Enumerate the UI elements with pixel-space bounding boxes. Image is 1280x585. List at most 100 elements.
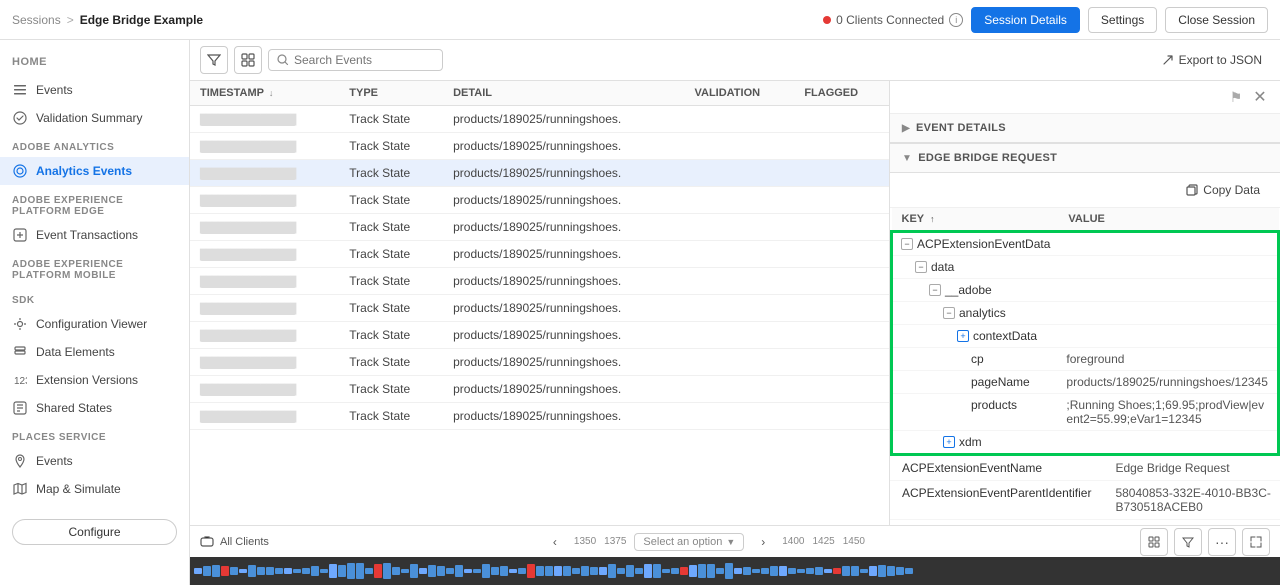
validation-cell [684, 376, 794, 403]
col-flagged[interactable]: FLAGGED [794, 81, 889, 106]
timeline-segment [725, 563, 733, 579]
col-validation[interactable]: VALIDATION [684, 81, 794, 106]
table-row[interactable]: ████████████████ Track State products/18… [190, 322, 889, 349]
sidebar-item-events[interactable]: Events [0, 76, 189, 104]
kv-key-col: KEY ↑ [892, 208, 1059, 232]
collapse-minus-btn[interactable]: − [943, 307, 955, 319]
timeline-segment [581, 566, 589, 576]
key-text: data [931, 260, 954, 274]
kv-tree-row[interactable]: + xdm [892, 431, 1279, 455]
table-row[interactable]: ████████████████ Track State products/18… [190, 214, 889, 241]
collapse-plus-btn[interactable]: + [943, 436, 955, 448]
table-row[interactable]: ████████████████ Track State products/18… [190, 295, 889, 322]
flagged-cell [794, 376, 889, 403]
timeline-prev-button[interactable]: ‹ [544, 531, 566, 553]
kv-tree-row[interactable]: − __adobe [892, 279, 1279, 302]
sidebar-item-shared-states[interactable]: Shared States [0, 394, 189, 422]
kv-tree-row[interactable]: − ACPExtensionEventData [892, 232, 1279, 256]
filter-button[interactable] [200, 46, 228, 74]
edge-icon [12, 227, 28, 243]
grid-view-button[interactable] [1140, 528, 1168, 556]
flat-kv-row[interactable]: ACPExtensionEventName Edge Bridge Reques… [890, 456, 1280, 481]
kv-value-col: VALUE [1058, 208, 1278, 232]
table-row[interactable]: ████████████████ Track State products/18… [190, 349, 889, 376]
info-icon[interactable]: i [949, 13, 963, 27]
kv-key-cell: + xdm [892, 431, 1059, 455]
collapse-minus-btn[interactable]: − [929, 284, 941, 296]
timeline-segment [761, 568, 769, 574]
export-json-button[interactable]: Export to JSON [1154, 49, 1270, 71]
timeline-segment [302, 568, 310, 575]
more-button[interactable]: ··· [1208, 528, 1236, 556]
kv-tree-row[interactable]: pageName products/189025/runningshoes/12… [892, 371, 1279, 394]
breadcrumb-parent[interactable]: Sessions [12, 13, 61, 27]
expand-button[interactable] [1242, 528, 1270, 556]
sidebar-map-simulate-label: Map & Simulate [36, 482, 121, 496]
kv-tree-row[interactable]: − data [892, 256, 1279, 279]
sidebar-item-validation-summary[interactable]: Validation Summary [0, 104, 189, 132]
event-details-title: Event Details [916, 122, 1006, 134]
sidebar-item-map-simulate[interactable]: Map & Simulate [0, 475, 189, 503]
collapse-plus-btn[interactable]: + [957, 330, 969, 342]
copy-data-button[interactable]: Copy Data [1178, 179, 1268, 201]
timeline-tick-4: 1425 [812, 536, 834, 547]
settings-button[interactable]: Settings [1088, 7, 1157, 33]
type-cell: Track State [339, 133, 443, 160]
timeline-segment [743, 567, 751, 574]
col-type[interactable]: TYPE [339, 81, 443, 106]
select-option-dropdown[interactable]: Select an option ▼ [634, 533, 744, 551]
timeline-segment [293, 569, 301, 573]
layout-button[interactable] [234, 46, 262, 74]
session-details-button[interactable]: Session Details [971, 7, 1080, 33]
table-row[interactable]: ████████████████ Track State products/18… [190, 106, 889, 133]
all-clients-icon [200, 535, 214, 549]
bottom-filter-button[interactable] [1174, 528, 1202, 556]
validation-cell [684, 349, 794, 376]
kv-tree-row[interactable]: − analytics [892, 302, 1279, 325]
timeline-next-button[interactable]: › [752, 531, 774, 553]
table-row[interactable]: ████████████████ Track State products/18… [190, 268, 889, 295]
sidebar-item-places-events[interactable]: Events [0, 447, 189, 475]
configure-button[interactable]: Configure [12, 519, 177, 545]
col-timestamp[interactable]: TIMESTAMP ↓ [190, 81, 339, 106]
kv-key-cell: + contextData [892, 325, 1059, 348]
key-text: cp [971, 352, 984, 366]
collapse-minus-btn[interactable]: − [901, 238, 913, 250]
event-details-header[interactable]: ▶ Event Details [890, 114, 1280, 143]
sidebar-item-analytics-events[interactable]: Analytics Events [0, 157, 189, 185]
timeline-segment [806, 568, 814, 574]
key-text: contextData [973, 329, 1037, 343]
type-cell: Track State [339, 268, 443, 295]
ext-icon: 123 [12, 372, 28, 388]
table-row[interactable]: ████████████████ Track State products/18… [190, 187, 889, 214]
timeline-segment [878, 565, 886, 577]
flagged-cell [794, 295, 889, 322]
kv-tree-row[interactable]: cp foreground [892, 348, 1279, 371]
table-row[interactable]: ████████████████ Track State products/18… [190, 133, 889, 160]
flag-button[interactable]: ⚑ [1224, 85, 1248, 109]
table-row[interactable]: ████████████████ Track State products/18… [190, 403, 889, 430]
close-detail-button[interactable]: ✕ [1248, 85, 1272, 109]
edge-bridge-header[interactable]: ▼ Edge Bridge Request [890, 144, 1280, 173]
timeline-segment [833, 568, 841, 575]
kv-tree-row[interactable]: + contextData [892, 325, 1279, 348]
sidebar-section-sdk: SDK [0, 285, 189, 310]
sidebar-item-extension-versions[interactable]: 123 Extension Versions [0, 366, 189, 394]
flat-kv-row[interactable]: ACPExtensionEventParentIdentifier 580408… [890, 481, 1280, 520]
search-input[interactable] [294, 53, 434, 67]
detail-cell: products/189025/runningshoes. [443, 214, 684, 241]
split-pane: TIMESTAMP ↓ TYPE DETAIL VALIDATION FLAGG… [190, 81, 1280, 525]
sidebar-item-data-elements[interactable]: Data Elements [0, 338, 189, 366]
flagged-cell [794, 106, 889, 133]
close-session-button[interactable]: Close Session [1165, 7, 1268, 33]
sidebar-item-event-transactions[interactable]: Event Transactions [0, 221, 189, 249]
kv-tree-row[interactable]: products ;Running Shoes;1;69.95;prodView… [892, 394, 1279, 431]
collapse-minus-btn[interactable]: − [915, 261, 927, 273]
sidebar-item-configuration-viewer[interactable]: Configuration Viewer [0, 310, 189, 338]
table-row[interactable]: ████████████████ Track State products/18… [190, 376, 889, 403]
col-detail[interactable]: DETAIL [443, 81, 684, 106]
timeline [190, 557, 1280, 585]
table-row[interactable]: ████████████████ Track State products/18… [190, 241, 889, 268]
validation-icon [12, 110, 28, 126]
table-row[interactable]: ████████████████ Track State products/18… [190, 160, 889, 187]
